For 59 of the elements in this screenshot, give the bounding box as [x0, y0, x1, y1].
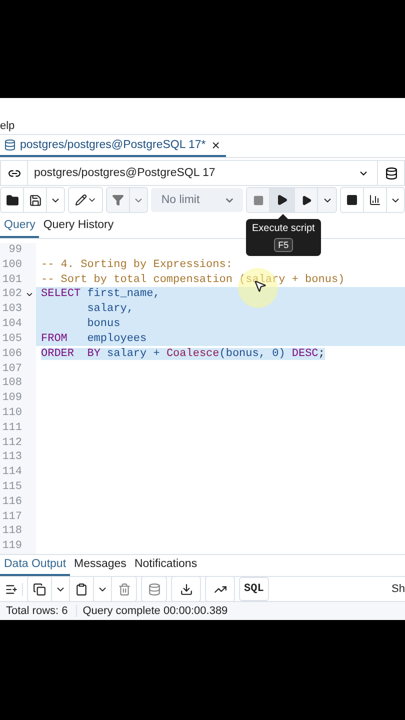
play-icon	[276, 194, 288, 206]
toolbar-item[interactable]: Sh	[392, 583, 405, 596]
editor-tab[interactable]: postgres/postgres@PostgreSQL 17* ×	[0, 135, 226, 157]
line-number: 101	[2, 274, 22, 286]
database-icon	[148, 582, 160, 596]
database-icon	[4, 139, 16, 151]
pencil-icon	[74, 194, 87, 206]
bar-chart-icon	[368, 194, 381, 206]
line-number: 104	[2, 318, 22, 330]
folder-icon	[6, 194, 19, 206]
line-number: 111	[2, 422, 22, 434]
list-plus-icon	[4, 582, 18, 596]
download-icon	[180, 582, 192, 596]
line-number: 107	[2, 362, 22, 375]
line-number: 114	[2, 466, 22, 478]
line-number: 100	[2, 258, 22, 271]
code-line: salary,	[86, 303, 134, 316]
code-line: FROM employees	[41, 332, 147, 345]
line-number: 118	[2, 525, 22, 538]
copy-icon	[33, 582, 46, 596]
limit-select[interactable]: No limit	[151, 188, 244, 212]
play-icon	[300, 194, 312, 206]
line-number: 112	[2, 436, 22, 449]
line-number: 113	[2, 451, 22, 464]
line-number: 99	[8, 244, 22, 256]
output-tab[interactable]: Notifications	[130, 554, 202, 576]
menu-item[interactable]: elp	[0, 118, 15, 134]
line-number: 119	[2, 540, 22, 552]
line-number: 105	[2, 332, 22, 345]
line-number: 103	[2, 303, 22, 316]
trash-icon	[118, 582, 130, 596]
code-line: -- 4. Sorting by Expressions:	[41, 258, 232, 271]
database-icon	[384, 166, 398, 180]
line-number: 110	[2, 406, 22, 419]
filter-icon	[112, 194, 124, 206]
sql-button[interactable]: SQL	[239, 577, 269, 602]
line-number: 106	[2, 348, 22, 360]
query-tab[interactable]: Query History	[39, 214, 118, 238]
line-number: 102	[2, 288, 22, 300]
shortcut-key: F5	[274, 238, 293, 252]
query-tab[interactable]: Query	[0, 214, 40, 238]
code-line: bonus	[86, 318, 120, 330]
output-tab[interactable]: Messages	[70, 554, 130, 576]
close-button[interactable]: ×	[210, 138, 222, 152]
line-number: 116	[2, 496, 22, 508]
row-count: Total rows: 6	[0, 605, 77, 618]
line-number: 117	[2, 510, 22, 523]
execute-button[interactable]	[270, 188, 296, 212]
status-message: Query complete 00:00:00.389	[82, 605, 229, 618]
code-line: SELECT first_name,	[41, 288, 160, 300]
tooltip-label: Execute script	[252, 223, 315, 234]
stop-icon	[252, 194, 264, 206]
code-line: -- Sort by total compensation (salary + bonus)	[41, 274, 345, 286]
line-number: 115	[2, 481, 22, 494]
clipboard-icon	[75, 582, 88, 596]
square-icon	[346, 194, 358, 206]
line-number: 109	[2, 392, 22, 404]
save-icon	[28, 194, 42, 206]
line-number: 108	[2, 377, 22, 390]
